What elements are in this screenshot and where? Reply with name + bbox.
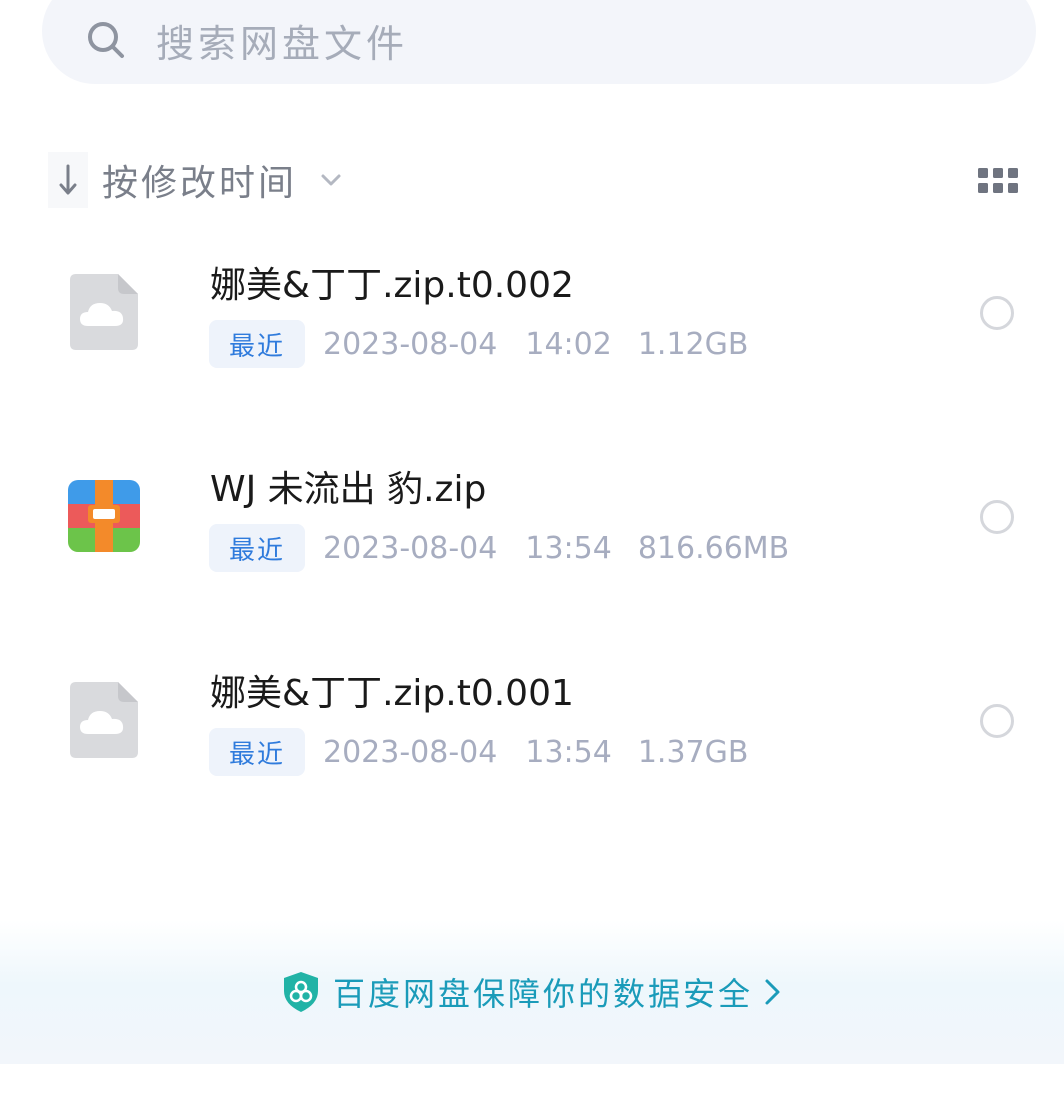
- file-list: 娜美&丁丁.zip.t0.002 最近 2023-08-04 14:02 1.1…: [0, 238, 1064, 850]
- sort-toolbar: 按修改时间: [48, 150, 1018, 210]
- file-time: 13:54: [525, 530, 612, 566]
- file-row[interactable]: WJ 未流出 豹.zip 最近 2023-08-04 13:54 816.66M…: [0, 442, 1064, 646]
- select-radio[interactable]: [980, 296, 1014, 330]
- file-browser-screen: 搜索网盘文件 按修改时间 娜美&丁丁.zip.t0.002 最近 2023-08…: [0, 0, 1064, 1112]
- recent-badge: 最近: [209, 728, 305, 776]
- security-banner[interactable]: 百度网盘保障你的数据安全: [0, 920, 1064, 1064]
- file-size: 1.12GB: [637, 326, 749, 362]
- file-row[interactable]: 娜美&丁丁.zip.t0.002 最近 2023-08-04 14:02 1.1…: [0, 238, 1064, 442]
- file-time: 14:02: [525, 326, 612, 362]
- file-date: 2023-08-04: [323, 530, 498, 566]
- file-name: WJ 未流出 豹.zip: [210, 469, 487, 510]
- file-meta: 最近 2023-08-04 13:54 1.37GB: [209, 728, 748, 776]
- file-row[interactable]: 娜美&丁丁.zip.t0.001 最近 2023-08-04 13:54 1.3…: [0, 646, 1064, 850]
- chevron-right-icon[interactable]: [761, 976, 783, 1008]
- sort-label[interactable]: 按修改时间: [102, 154, 297, 206]
- search-icon: [86, 20, 126, 60]
- search-bar[interactable]: 搜索网盘文件: [42, 0, 1036, 84]
- cloud-file-icon: [66, 680, 142, 760]
- file-meta: 最近 2023-08-04 14:02 1.12GB: [209, 320, 748, 368]
- sort-direction-arrow-icon[interactable]: [48, 152, 88, 208]
- file-name: 娜美&丁丁.zip.t0.002: [210, 265, 574, 306]
- shield-icon: [281, 970, 321, 1014]
- security-text[interactable]: 百度网盘保障你的数据安全: [333, 969, 753, 1015]
- select-radio[interactable]: [980, 500, 1014, 534]
- recent-badge: 最近: [209, 524, 305, 572]
- chevron-down-icon[interactable]: [319, 168, 343, 192]
- recent-badge: 最近: [209, 320, 305, 368]
- file-date: 2023-08-04: [323, 734, 498, 770]
- file-time: 13:54: [525, 734, 612, 770]
- file-date: 2023-08-04: [323, 326, 498, 362]
- file-meta: 最近 2023-08-04 13:54 816.66MB: [209, 524, 789, 572]
- grid-view-icon[interactable]: [978, 168, 1018, 194]
- file-name: 娜美&丁丁.zip.t0.001: [210, 673, 574, 714]
- search-placeholder: 搜索网盘文件: [156, 21, 409, 66]
- file-size: 816.66MB: [637, 530, 790, 566]
- select-radio[interactable]: [980, 704, 1014, 738]
- cloud-file-icon: [66, 272, 142, 352]
- zip-archive-icon: [66, 476, 142, 556]
- file-size: 1.37GB: [637, 734, 749, 770]
